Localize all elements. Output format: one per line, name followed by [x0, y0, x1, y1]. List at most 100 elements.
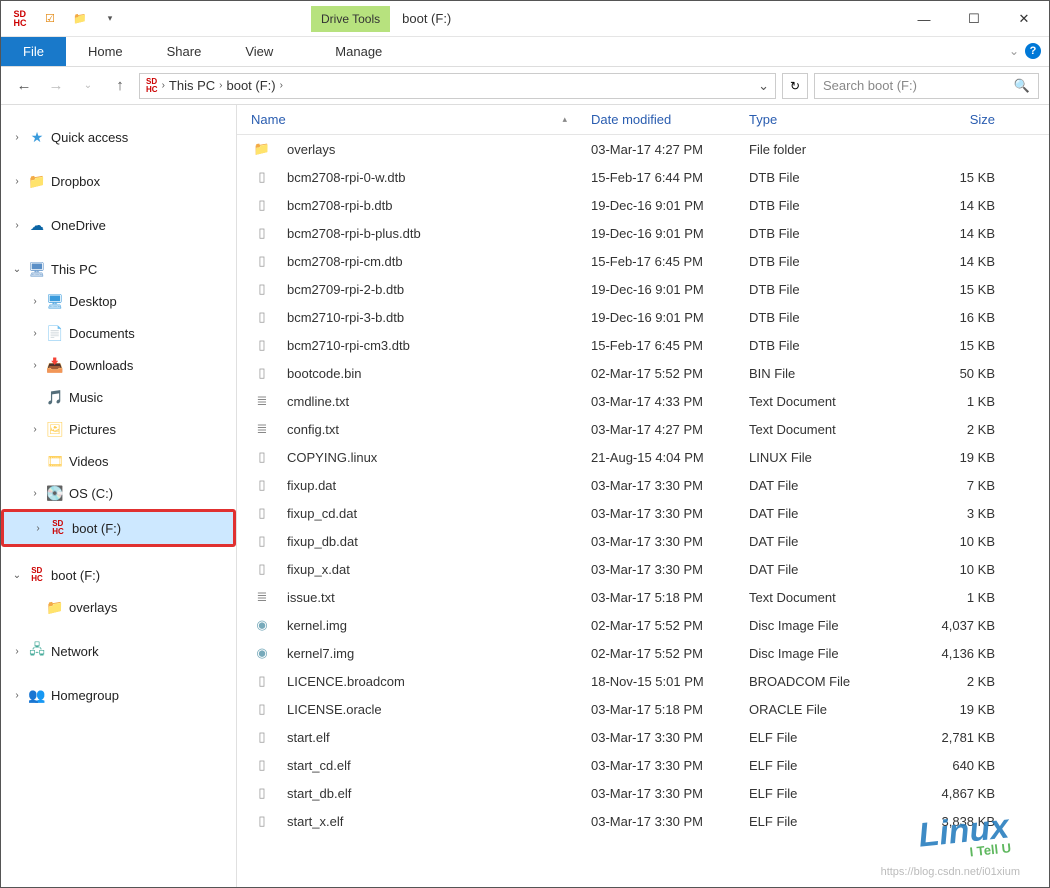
file-row[interactable]: ▯bcm2709-rpi-2-b.dtb19-Dec-16 9:01 PMDTB…: [237, 275, 1049, 303]
file-row[interactable]: ≣issue.txt03-Mar-17 5:18 PMText Document…: [237, 583, 1049, 611]
file-row[interactable]: ▯bcm2708-rpi-0-w.dtb15-Feb-17 6:44 PMDTB…: [237, 163, 1049, 191]
tree-desktop[interactable]: ›🖥Desktop: [1, 285, 236, 317]
column-size[interactable]: Size: [909, 112, 1005, 127]
app-icon: SDHC: [9, 8, 31, 30]
file-name: start_cd.elf: [287, 758, 351, 773]
file-type: DAT File: [749, 478, 909, 493]
file-row[interactable]: ▯start_cd.elf03-Mar-17 3:30 PMELF File64…: [237, 751, 1049, 779]
tree-dropbox[interactable]: ›📁Dropbox: [1, 165, 236, 197]
tree-boot-f-selected[interactable]: ›SDHCboot (F:): [4, 512, 233, 544]
file-type: DAT File: [749, 562, 909, 577]
file-name: bootcode.bin: [287, 366, 361, 381]
file-row[interactable]: ▯start.elf03-Mar-17 3:30 PMELF File2,781…: [237, 723, 1049, 751]
tree-downloads[interactable]: ›📥Downloads: [1, 349, 236, 381]
tree-onedrive[interactable]: ›☁OneDrive: [1, 209, 236, 241]
file-date: 03-Mar-17 3:30 PM: [591, 562, 749, 577]
file-row[interactable]: ▯LICENSE.oracle03-Mar-17 5:18 PMORACLE F…: [237, 695, 1049, 723]
tree-videos[interactable]: ›🎞Videos: [1, 445, 236, 477]
column-name[interactable]: Name▴: [251, 112, 591, 127]
refresh-button[interactable]: ↻: [782, 73, 808, 99]
file-name: fixup.dat: [287, 478, 336, 493]
chevron-right-icon[interactable]: ›: [219, 80, 222, 91]
ribbon-collapse-icon[interactable]: ⌄: [1009, 44, 1019, 58]
file-row[interactable]: ▯fixup_db.dat03-Mar-17 3:30 PMDAT File10…: [237, 527, 1049, 555]
tree-os-c[interactable]: ›💽OS (C:): [1, 477, 236, 509]
nav-history-dropdown[interactable]: ⌄: [75, 73, 101, 99]
ribbon-tab-manage[interactable]: Manage: [313, 37, 404, 66]
file-row[interactable]: 📁overlays03-Mar-17 4:27 PMFile folder: [237, 135, 1049, 163]
maximize-button[interactable]: ☐: [949, 1, 999, 37]
ribbon-tab-view[interactable]: View: [223, 37, 295, 66]
file-row[interactable]: ▯bcm2708-rpi-b-plus.dtb19-Dec-16 9:01 PM…: [237, 219, 1049, 247]
help-icon[interactable]: ?: [1025, 43, 1041, 59]
file-date: 03-Mar-17 5:18 PM: [591, 702, 749, 717]
tree-network[interactable]: ›🖧Network: [1, 635, 236, 667]
file-row[interactable]: ▯bcm2708-rpi-cm.dtb15-Feb-17 6:45 PMDTB …: [237, 247, 1049, 275]
file-row[interactable]: ▯fixup.dat03-Mar-17 3:30 PMDAT File7 KB: [237, 471, 1049, 499]
file-row[interactable]: ▯fixup_cd.dat03-Mar-17 3:30 PMDAT File3 …: [237, 499, 1049, 527]
navigation-pane[interactable]: ›★Quick access ›📁Dropbox ›☁OneDrive ⌄🖥Th…: [1, 105, 237, 887]
tree-quick-access[interactable]: ›★Quick access: [1, 121, 236, 153]
address-dropdown-icon[interactable]: ⌄: [758, 78, 769, 94]
nav-back-button[interactable]: ←: [11, 73, 37, 99]
file-row[interactable]: ▯fixup_x.dat03-Mar-17 3:30 PMDAT File10 …: [237, 555, 1049, 583]
file-row[interactable]: ▯LICENCE.broadcom18-Nov-15 5:01 PMBROADC…: [237, 667, 1049, 695]
tree-documents[interactable]: ›📄Documents: [1, 317, 236, 349]
file-row[interactable]: ≣config.txt03-Mar-17 4:27 PMText Documen…: [237, 415, 1049, 443]
ribbon-tab-home[interactable]: Home: [66, 37, 145, 66]
chevron-right-icon[interactable]: ›: [162, 80, 165, 91]
ribbon-tab-share[interactable]: Share: [145, 37, 224, 66]
file-icon: ▯: [251, 309, 273, 325]
file-row[interactable]: ◉kernel.img02-Mar-17 5:52 PMDisc Image F…: [237, 611, 1049, 639]
file-type: ELF File: [749, 814, 909, 829]
file-name: bcm2708-rpi-b.dtb: [287, 198, 393, 213]
nav-up-button[interactable]: ↑: [107, 73, 133, 99]
file-date: 19-Dec-16 9:01 PM: [591, 282, 749, 297]
address-bar[interactable]: SDHC › This PC › boot (F:) › ⌄: [139, 73, 776, 99]
column-type[interactable]: Type: [749, 112, 909, 127]
tree-pictures[interactable]: ›🖼Pictures: [1, 413, 236, 445]
qat-properties-icon[interactable]: ☑: [39, 8, 61, 30]
tree-overlays[interactable]: ›📁overlays: [1, 591, 236, 623]
contextual-tab-drive-tools[interactable]: Drive Tools: [311, 6, 390, 32]
file-name: bcm2709-rpi-2-b.dtb: [287, 282, 404, 297]
qat-customize-icon[interactable]: ▾: [99, 8, 121, 30]
address-segment-thispc[interactable]: This PC: [169, 78, 215, 93]
tree-music[interactable]: ›🎵Music: [1, 381, 236, 413]
ribbon-tab-file[interactable]: File: [1, 37, 66, 66]
file-row[interactable]: ▯start_db.elf03-Mar-17 3:30 PMELF File4,…: [237, 779, 1049, 807]
file-icon: ▯: [251, 813, 273, 829]
file-size: 2,781 KB: [909, 730, 1005, 745]
file-name: bcm2710-rpi-3-b.dtb: [287, 310, 404, 325]
nav-forward-button[interactable]: →: [43, 73, 69, 99]
file-row[interactable]: ▯bootcode.bin02-Mar-17 5:52 PMBIN File50…: [237, 359, 1049, 387]
file-row[interactable]: ▯start_x.elf03-Mar-17 3:30 PMELF File3,8…: [237, 807, 1049, 835]
file-date: 03-Mar-17 3:30 PM: [591, 758, 749, 773]
file-icon: ▯: [251, 505, 273, 521]
minimize-button[interactable]: —: [899, 1, 949, 37]
tree-homegroup[interactable]: ›👥Homegroup: [1, 679, 236, 711]
chevron-right-icon[interactable]: ›: [280, 80, 283, 91]
file-date: 03-Mar-17 5:18 PM: [591, 590, 749, 605]
tree-this-pc[interactable]: ⌄🖥This PC: [1, 253, 236, 285]
search-input[interactable]: Search boot (F:) 🔍: [814, 73, 1039, 99]
tree-boot-f-root[interactable]: ⌄SDHCboot (F:): [1, 559, 236, 591]
file-row[interactable]: ▯bcm2710-rpi-3-b.dtb19-Dec-16 9:01 PMDTB…: [237, 303, 1049, 331]
file-icon: ▯: [251, 225, 273, 241]
close-button[interactable]: ✕: [999, 1, 1049, 37]
file-list[interactable]: Name▴ Date modified Type Size 📁overlays0…: [237, 105, 1049, 887]
qat-newfolder-icon[interactable]: 📁: [69, 8, 91, 30]
file-name: start_x.elf: [287, 814, 343, 829]
file-row[interactable]: ▯bcm2710-rpi-cm3.dtb15-Feb-17 6:45 PMDTB…: [237, 331, 1049, 359]
column-date[interactable]: Date modified: [591, 112, 749, 127]
file-row[interactable]: ◉kernel7.img02-Mar-17 5:52 PMDisc Image …: [237, 639, 1049, 667]
file-date: 15-Feb-17 6:45 PM: [591, 254, 749, 269]
file-row[interactable]: ≣cmdline.txt03-Mar-17 4:33 PMText Docume…: [237, 387, 1049, 415]
file-size: 14 KB: [909, 198, 1005, 213]
file-date: 15-Feb-17 6:44 PM: [591, 170, 749, 185]
file-row[interactable]: ▯bcm2708-rpi-b.dtb19-Dec-16 9:01 PMDTB F…: [237, 191, 1049, 219]
file-name: bcm2708-rpi-b-plus.dtb: [287, 226, 421, 241]
file-date: 03-Mar-17 3:30 PM: [591, 478, 749, 493]
file-row[interactable]: ▯COPYING.linux21-Aug-15 4:04 PMLINUX Fil…: [237, 443, 1049, 471]
address-segment-bootf[interactable]: boot (F:): [226, 78, 275, 93]
